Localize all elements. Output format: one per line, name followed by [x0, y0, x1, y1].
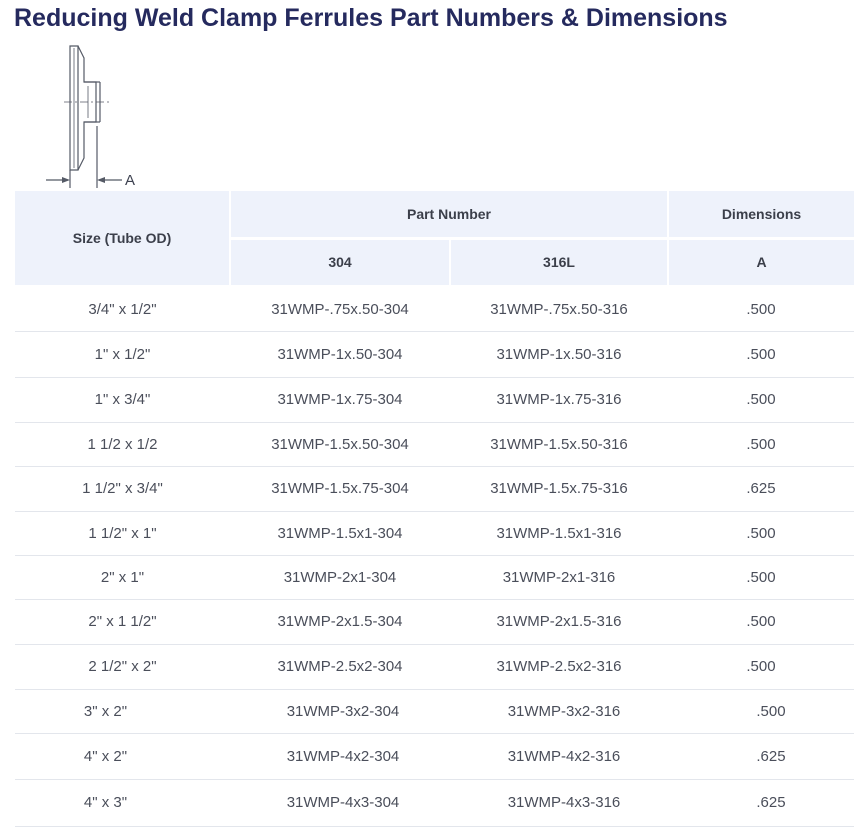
cell-part-316: 31WMP-2.5x2-316 [450, 644, 668, 690]
cell-dimension-a: .500 [668, 511, 854, 556]
cell-size: 2" x 1 1/2" [15, 599, 230, 645]
cell-size: 1" x 1/2" [15, 331, 230, 378]
cell-size: 2" x 1" [15, 555, 230, 600]
cell-part-316: 31WMP-1.5x1-316 [450, 511, 668, 556]
cell-dimension-a: .500 [668, 377, 854, 423]
dimension-a-label: A [125, 172, 135, 189]
cell-size: 4" x 2" [15, 733, 230, 780]
cell-part-304: 31WMP-.75x.50-304 [230, 286, 450, 332]
page-title: Reducing Weld Clamp Ferrules Part Number… [14, 4, 728, 32]
cell-part-316: 31WMP-2x1-316 [450, 555, 668, 600]
cell-size: 1 1/2 x 1/2 [15, 422, 230, 467]
cell-part-304: 31WMP-1x.50-304 [230, 331, 450, 378]
dimensions-table: Size (Tube OD) Part Number Dimensions 30… [15, 191, 854, 827]
table-row: 1" x 3/4" 31WMP-1x.75-304 31WMP-1x.75-316.… [15, 377, 854, 423]
header-316l: 316L [450, 238, 669, 288]
table-row: 2" x 1 1/2" 31WMP-2x1.5-304 31WMP-2x1.5-31… [15, 599, 854, 645]
header-304: 304 [230, 238, 451, 288]
cell-part-316: 31WMP-1x.50-316 [450, 331, 668, 378]
cell-part-316: 31WMP-4x2-316 [450, 733, 668, 780]
ferrule-diagram: A [40, 42, 150, 192]
cell-dimension-a: .625 [668, 779, 854, 827]
table-row: 2 1/2" x 2" 31WMP-2.5x2-304 31WMP-2.5x2-31… [15, 644, 854, 690]
cell-part-316: 31WMP-.75x.50-316 [450, 286, 668, 332]
cell-part-304: 31WMP-3x2-304 [230, 689, 450, 734]
table-row: 4" x 2" 31WMP-4x2-304 31WMP-4x2-316.625 [15, 733, 854, 780]
table-row: 1 1/2" x 1" 31WMP-1.5x1-304 31WMP-1.5x1-31… [15, 511, 854, 556]
header-size: Size (Tube OD) [15, 191, 231, 288]
cell-part-304: 31WMP-1.5x.75-304 [230, 466, 450, 512]
cell-part-316: 31WMP-3x2-316 [450, 689, 668, 734]
cell-dimension-a: .500 [668, 644, 854, 690]
cell-dimension-a: .500 [668, 286, 854, 332]
cell-size: 1 1/2" x 1" [15, 511, 230, 556]
cell-part-304: 31WMP-4x3-304 [230, 779, 450, 827]
cell-dimension-a: .500 [668, 422, 854, 467]
cell-part-316: 31WMP-4x3-316 [450, 779, 668, 827]
cell-size: 3" x 2" [15, 689, 230, 734]
table-row: 3/4" x 1/2" 31WMP-.75x.50-304 31WMP-.75x.5… [15, 286, 854, 332]
cell-part-304: 31WMP-1.5x1-304 [230, 511, 450, 556]
cell-part-304: 31WMP-2x1.5-304 [230, 599, 450, 645]
table-row: 1 1/2" x 3/4" 31WMP-1.5x.75-304 31WMP-1.5x… [15, 466, 854, 512]
cell-size: 1 1/2" x 3/4" [15, 466, 230, 512]
cell-part-316: 31WMP-1.5x.50-316 [450, 422, 668, 467]
header-dimensions: Dimensions [668, 191, 854, 240]
cell-dimension-a: .625 [668, 733, 854, 780]
cell-size: 1" x 3/4" [15, 377, 230, 423]
cell-size: 4" x 3" [15, 779, 230, 827]
table-row: 1" x 1/2" 31WMP-1x.50-304 31WMP-1x.50-316.… [15, 331, 854, 378]
cell-part-304: 31WMP-1x.75-304 [230, 377, 450, 423]
cell-part-304: 31WMP-4x2-304 [230, 733, 450, 780]
cell-size: 3/4" x 1/2" [15, 286, 230, 332]
cell-size: 2 1/2" x 2" [15, 644, 230, 690]
cell-part-304: 31WMP-2x1-304 [230, 555, 450, 600]
table-row: 2" x 1" 31WMP-2x1-304 31WMP-2x1-316.500 [15, 555, 854, 600]
cell-part-304: 31WMP-2.5x2-304 [230, 644, 450, 690]
cell-dimension-a: .500 [668, 555, 854, 600]
table-row: 3" x 2" 31WMP-3x2-304 31WMP-3x2-316.500 [15, 689, 854, 734]
cell-part-316: 31WMP-2x1.5-316 [450, 599, 668, 645]
cell-part-304: 31WMP-1.5x.50-304 [230, 422, 450, 467]
cell-part-316: 31WMP-1x.75-316 [450, 377, 668, 423]
table-row: 1 1/2 x 1/2 31WMP-1.5x.50-304 31WMP-1.5x.5… [15, 422, 854, 467]
cell-dimension-a: .500 [668, 599, 854, 645]
cell-dimension-a: .625 [668, 466, 854, 512]
cell-part-316: 31WMP-1.5x.75-316 [450, 466, 668, 512]
header-part-number: Part Number [230, 191, 669, 240]
header-a: A [668, 238, 854, 288]
cell-dimension-a: .500 [668, 689, 854, 734]
table-row: 4" x 3" 31WMP-4x3-304 31WMP-4x3-316.625 [15, 779, 854, 827]
cell-dimension-a: .500 [668, 331, 854, 378]
